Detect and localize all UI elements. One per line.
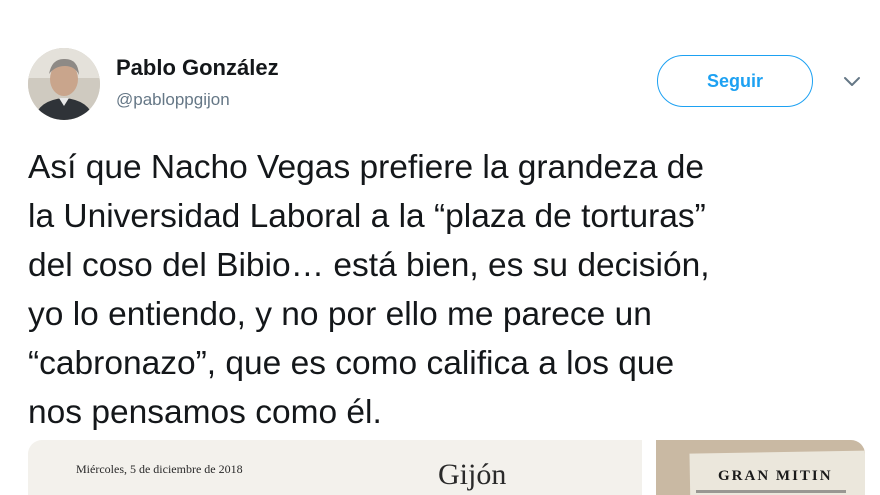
chevron-down-icon[interactable] [840, 72, 864, 92]
tweet-line: la Universidad Laboral a la “plaza de to… [28, 198, 706, 235]
tweet-line: yo lo entiendo, y no por ello me parece … [28, 296, 652, 333]
author-handle[interactable]: @pabloppgijon [116, 90, 230, 110]
poster-title: GRAN MITIN [718, 468, 833, 484]
profile-photo-icon [28, 48, 100, 120]
tweet-line: Así que Nacho Vegas prefiere la grandeza… [28, 149, 705, 186]
newspaper-date: Miércoles, 5 de diciembre de 2018 [76, 462, 243, 476]
tweet-line: “cabronazo”, que es como califica a los … [28, 345, 675, 382]
tweet-line: nos pensamos como él. [28, 394, 382, 431]
tweet-line: del coso del Bibio… está bien, es su dec… [28, 247, 710, 284]
newspaper-city: Gijón [438, 458, 507, 491]
avatar[interactable] [28, 48, 100, 120]
author-name[interactable]: Pablo González [116, 55, 279, 81]
tweet-text: Así que Nacho Vegas prefiere la grandeza… [28, 143, 874, 437]
media-poster-image[interactable]: GRAN MITIN [656, 440, 865, 495]
poster-subtitle-line [696, 490, 846, 493]
follow-button[interactable]: Seguir [657, 55, 813, 107]
media-newspaper-image[interactable]: Miércoles, 5 de diciembre de 2018 Gijón [28, 440, 642, 495]
